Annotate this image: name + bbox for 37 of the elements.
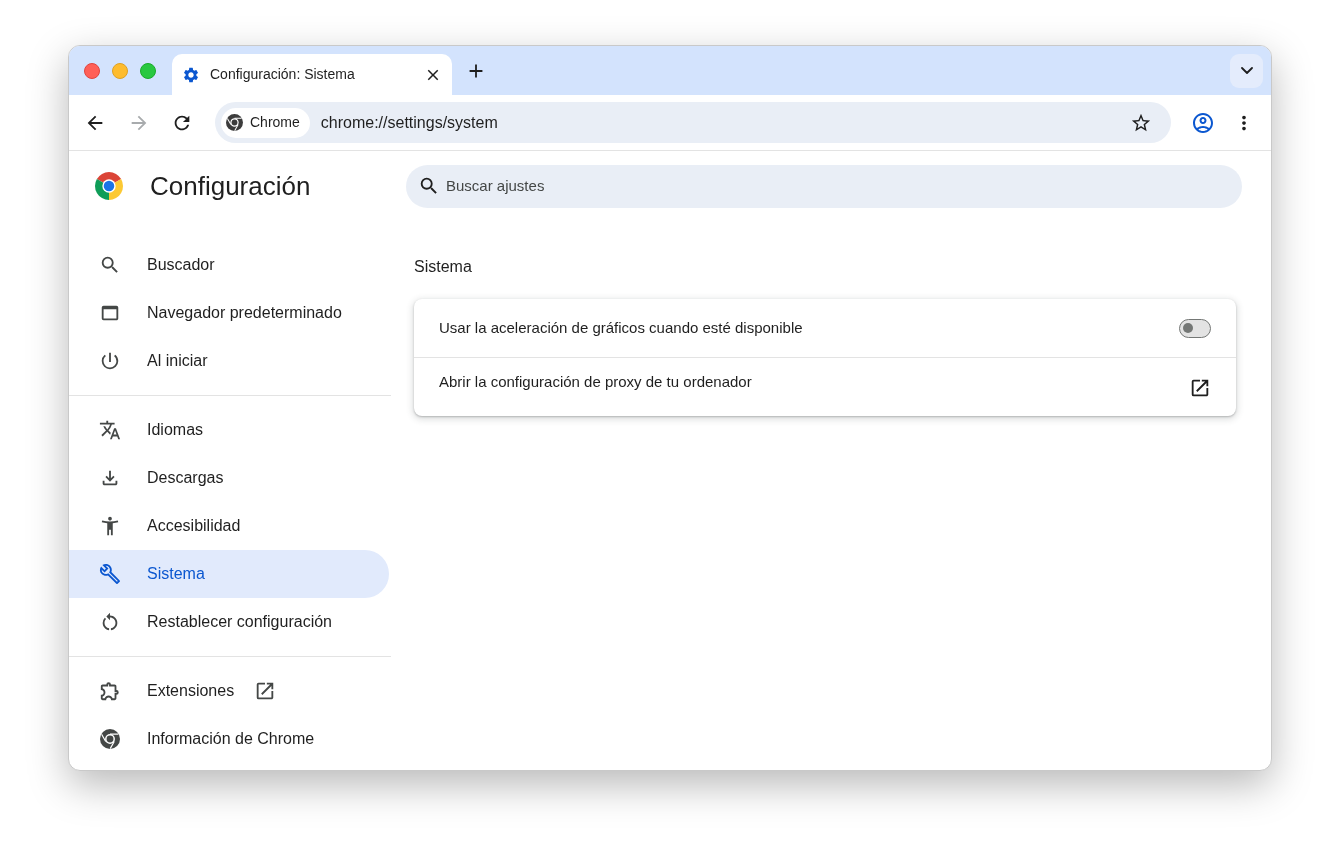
site-chip[interactable]: Chrome [221,107,310,138]
person-icon [99,515,121,537]
tab-search-button[interactable] [1230,53,1263,88]
page-title: Configuración [150,169,311,203]
search-input[interactable]: Buscar ajustes [446,174,1230,198]
sidebar-item[interactable]: Navegador predeterminado [69,289,389,337]
puzzle-icon [99,680,121,702]
wrench-icon [99,563,121,585]
power-icon [99,350,121,372]
sidebar-item[interactable]: Sistema [69,550,389,598]
sidebar-item[interactable]: Restablecer configuración [69,598,389,646]
search-icon [99,254,121,276]
sidebar-item[interactable]: Extensiones [69,667,389,715]
external-link-icon[interactable] [1189,377,1211,399]
setting-link[interactable]: Abrir la configuración de proxy de tu ordenador [439,370,752,394]
sidebar-item[interactable]: Descargas [69,454,389,502]
address-bar[interactable]: Chrome chrome://settings/system [215,102,1171,143]
search-bar[interactable]: Buscar ajustes [406,164,1242,208]
browser-tab[interactable]: Configuración: Sistema [172,54,452,95]
chevron-down-icon [1240,66,1253,75]
logo-icon [100,729,120,749]
sidebar-item[interactable]: Información de Chrome [69,715,389,763]
search-icon [418,175,440,197]
sidebar-item[interactable]: Accesibilidad [69,502,389,550]
section-title: Sistema [414,257,473,277]
window-close-button[interactable] [84,62,100,79]
logo-icon [226,114,243,131]
logo-icon [95,172,123,200]
gear-icon [182,65,200,84]
sidebar-item[interactable]: Idiomas [69,406,389,454]
sidebar-item[interactable]: Buscador [69,241,389,289]
setting-label: Usar la aceleración de gráficos cuando esté disponible [439,317,803,338]
sidebar-item[interactable]: Al iniciar [69,337,389,385]
profile-icon[interactable] [1191,110,1215,135]
url-text[interactable]: chrome://settings/system [320,110,498,135]
toggle-switch[interactable] [1179,318,1211,338]
translate-icon [99,419,121,441]
